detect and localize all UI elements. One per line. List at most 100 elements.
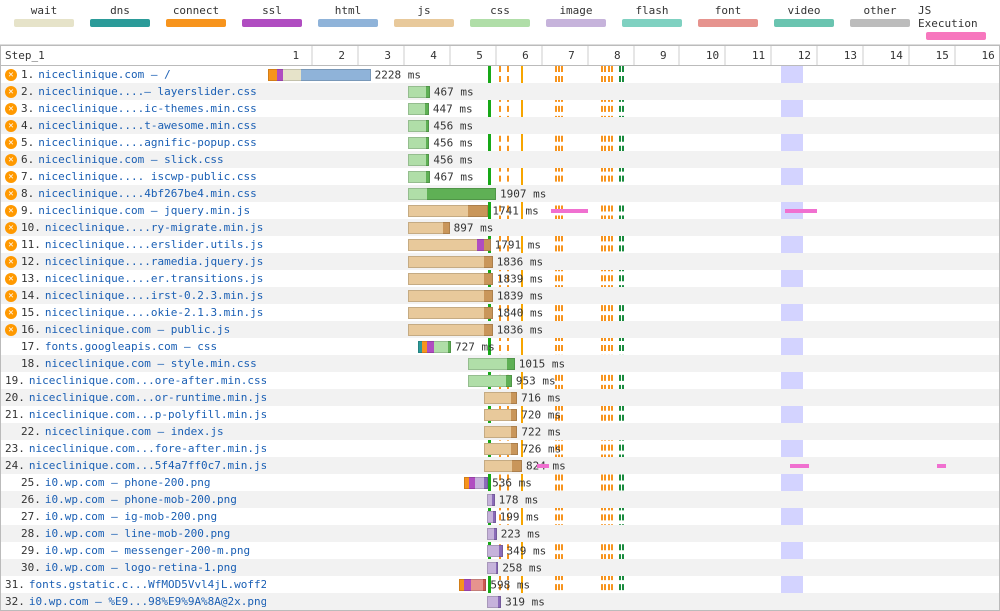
timing-bar[interactable]: 223 ms [487, 528, 497, 540]
timing-bar[interactable]: 178 ms [487, 494, 495, 506]
table-row[interactable]: 26.i0.wp.com – phone-mob-200.png178 ms [1, 491, 999, 508]
resource-name[interactable]: niceclinique.com – public.js [45, 323, 230, 336]
resource-name[interactable]: niceclinique....agnific-popup.css [38, 136, 257, 149]
resource-name[interactable]: niceclinique.com – / [38, 68, 170, 81]
table-row[interactable]: 29.i0.wp.com – messenger-200-m.png349 ms [1, 542, 999, 559]
resource-name[interactable]: niceclinique.com – jquery.min.js [38, 204, 250, 217]
resource-name[interactable]: niceclinique....er.transitions.js [45, 272, 264, 285]
resource-name[interactable]: niceclinique.com...5f4a7ff0c7.min.js [29, 459, 266, 472]
resource-name[interactable]: i0.wp.com – line-mob-200.png [45, 527, 230, 540]
resource-name[interactable]: niceclinique.... iscwp-public.css [38, 170, 257, 183]
step-label: Step_1 [5, 49, 45, 62]
table-row[interactable]: 30.i0.wp.com – logo-retina-1.png258 ms [1, 559, 999, 576]
resource-name[interactable]: niceclinique....4bf267be4.min.css [38, 187, 257, 200]
table-row[interactable]: ✕9.niceclinique.com – jquery.min.js1741 … [1, 202, 999, 219]
table-row[interactable]: 17.fonts.googleapis.com – css727 ms [1, 338, 999, 355]
timing-bar[interactable]: 598 ms [459, 579, 486, 591]
timing-bar[interactable]: 258 ms [487, 562, 499, 574]
table-row[interactable]: ✕5.niceclinique....agnific-popup.css456 … [1, 134, 999, 151]
timing-bar[interactable]: 456 ms [408, 137, 429, 149]
timing-bar[interactable]: 456 ms [408, 120, 429, 132]
timing-bar[interactable]: 199 ms [487, 511, 496, 523]
resource-name[interactable]: i0.wp.com – logo-retina-1.png [45, 561, 237, 574]
timing-bar[interactable]: 720 ms [484, 409, 517, 421]
resource-name[interactable]: niceclinique....ramedia.jquery.js [45, 255, 264, 268]
table-row[interactable]: ✕7.niceclinique.... iscwp-public.css467 … [1, 168, 999, 185]
timing-bar[interactable]: 1836 ms [408, 324, 492, 336]
table-row[interactable]: 27.i0.wp.com – ig-mob-200.png199 ms [1, 508, 999, 525]
timing-bar[interactable]: 467 ms [408, 171, 429, 183]
timing-bar[interactable]: 456 ms [408, 154, 429, 166]
table-row[interactable]: ✕10.niceclinique....ry-migrate.min.js897… [1, 219, 999, 236]
resource-name[interactable]: i0.wp.com – %E9...98%E9%9A%8A@2x.png [29, 595, 266, 608]
timing-bar[interactable]: 447 ms [408, 103, 429, 115]
timing-bar[interactable]: 1015 ms [468, 358, 515, 370]
resource-name[interactable]: fonts.googleapis.com – css [45, 340, 217, 353]
table-row[interactable]: ✕1.niceclinique.com – /2228 ms [1, 66, 999, 83]
resource-name[interactable]: niceclinique....t-awesome.min.css [38, 119, 257, 132]
table-row[interactable]: 21.niceclinique.com...p-polyfill.min.js 7… [1, 406, 999, 423]
resource-name[interactable]: niceclinique.com – slick.css [38, 153, 223, 166]
table-row[interactable]: ✕4.niceclinique....t-awesome.min.css456 … [1, 117, 999, 134]
timing-bar[interactable]: 1791 ms [408, 239, 490, 251]
timing-bar[interactable]: 897 ms [408, 222, 449, 234]
bar-segment [408, 188, 426, 200]
table-row[interactable]: ✕12.niceclinique....ramedia.jquery.js183… [1, 253, 999, 270]
table-row[interactable]: 20.niceclinique.com...or-runtime.min.js7… [1, 389, 999, 406]
resource-name[interactable]: i0.wp.com – messenger-200-m.png [45, 544, 250, 557]
resource-name[interactable]: niceclinique.com – index.js [45, 425, 224, 438]
table-row[interactable]: 32.i0.wp.com – %E9...98%E9%9A%8A@2x.png3… [1, 593, 999, 610]
table-row[interactable]: ✕3.niceclinique....ic-themes.min.css447 … [1, 100, 999, 117]
timing-bar[interactable]: 1840 ms [408, 307, 493, 319]
timing-bar[interactable]: 1839 ms [408, 273, 492, 285]
row-label: 21.niceclinique.com...p-polyfill.min.js [1, 408, 266, 421]
table-row[interactable]: ✕13.niceclinique....er.transitions.js183… [1, 270, 999, 287]
table-row[interactable]: ✕16.niceclinique.com – public.js1836 ms [1, 321, 999, 338]
timing-bar[interactable]: 1907 ms [408, 188, 496, 200]
timing-bar[interactable]: 727 ms [418, 341, 451, 353]
table-row[interactable]: 22. niceclinique.com – index.js 722 ms [1, 423, 999, 440]
table-row[interactable]: ✕8.niceclinique....4bf267be4.min.css1907… [1, 185, 999, 202]
table-row[interactable]: 25.i0.wp.com – phone-200.png536 ms [1, 474, 999, 491]
resource-name[interactable]: niceclinique....ry-migrate.min.js [45, 221, 264, 234]
timing-bar[interactable]: 722 ms [484, 426, 517, 438]
row-index: 22. [21, 425, 41, 438]
timing-bar[interactable]: 824 ms [484, 460, 522, 472]
timing-bar[interactable]: 726 ms [484, 443, 517, 455]
timing-bar[interactable]: 2228 ms [268, 69, 370, 81]
table-row[interactable]: ✕14.niceclinique....irst-0.2.3.min.js183… [1, 287, 999, 304]
resource-name[interactable]: niceclinique.com...fore-after.min.js [29, 442, 266, 455]
resource-name[interactable]: niceclinique.com...ore-after.min.css [29, 374, 266, 387]
table-row[interactable]: 31.fonts.gstatic.c...WfMOD5Vvl4jL.woff25… [1, 576, 999, 593]
resource-name[interactable]: fonts.gstatic.c...WfMOD5Vvl4jL.woff2 [29, 578, 266, 591]
resource-name[interactable]: niceclinique....irst-0.2.3.min.js [45, 289, 264, 302]
table-row[interactable]: 23.niceclinique.com...fore-after.min.js7… [1, 440, 999, 457]
resource-name[interactable]: i0.wp.com – phone-mob-200.png [45, 493, 237, 506]
timing-bar[interactable]: 1741 ms [408, 205, 488, 217]
timing-bar[interactable]: 319 ms [487, 596, 502, 608]
resource-name[interactable]: niceclinique.com...or-runtime.min.js [29, 391, 266, 404]
table-row[interactable]: 28.i0.wp.com – line-mob-200.png223 ms [1, 525, 999, 542]
table-row[interactable]: ✕2.niceclinique....– layerslider.css467 … [1, 83, 999, 100]
timing-bar[interactable]: 349 ms [487, 545, 503, 557]
resource-name[interactable]: niceclinique.com...p-polyfill.min.js [29, 408, 266, 421]
resource-name[interactable]: niceclinique.com – style.min.css [45, 357, 257, 370]
timing-bar[interactable]: 467 ms [408, 86, 429, 98]
timing-bar[interactable]: 1839 ms [408, 290, 492, 302]
resource-name[interactable]: niceclinique....– layerslider.css [38, 85, 257, 98]
resource-name[interactable]: i0.wp.com – phone-200.png [45, 476, 211, 489]
resource-name[interactable]: i0.wp.com – ig-mob-200.png [45, 510, 217, 523]
timing-bar[interactable]: 1836 ms [408, 256, 492, 268]
timing-bar[interactable]: 716 ms [484, 392, 517, 404]
table-row[interactable]: ✕11.niceclinique....erslider.utils.js179… [1, 236, 999, 253]
table-row[interactable]: 19.niceclinique.com...ore-after.min.css9… [1, 372, 999, 389]
table-row[interactable]: 24.niceclinique.com...5f4a7ff0c7.min.js8… [1, 457, 999, 474]
resource-name[interactable]: niceclinique....ic-themes.min.css [38, 102, 257, 115]
resource-name[interactable]: niceclinique....erslider.utils.js [45, 238, 264, 251]
table-row[interactable]: 18.niceclinique.com – style.min.css1015 … [1, 355, 999, 372]
timing-bar[interactable]: 536 ms [464, 477, 489, 489]
table-row[interactable]: ✕6.niceclinique.com – slick.css456 ms [1, 151, 999, 168]
timing-bar[interactable]: 953 ms [468, 375, 512, 387]
resource-name[interactable]: niceclinique....okie-2.1.3.min.js [45, 306, 264, 319]
table-row[interactable]: ✕15.niceclinique....okie-2.1.3.min.js184… [1, 304, 999, 321]
